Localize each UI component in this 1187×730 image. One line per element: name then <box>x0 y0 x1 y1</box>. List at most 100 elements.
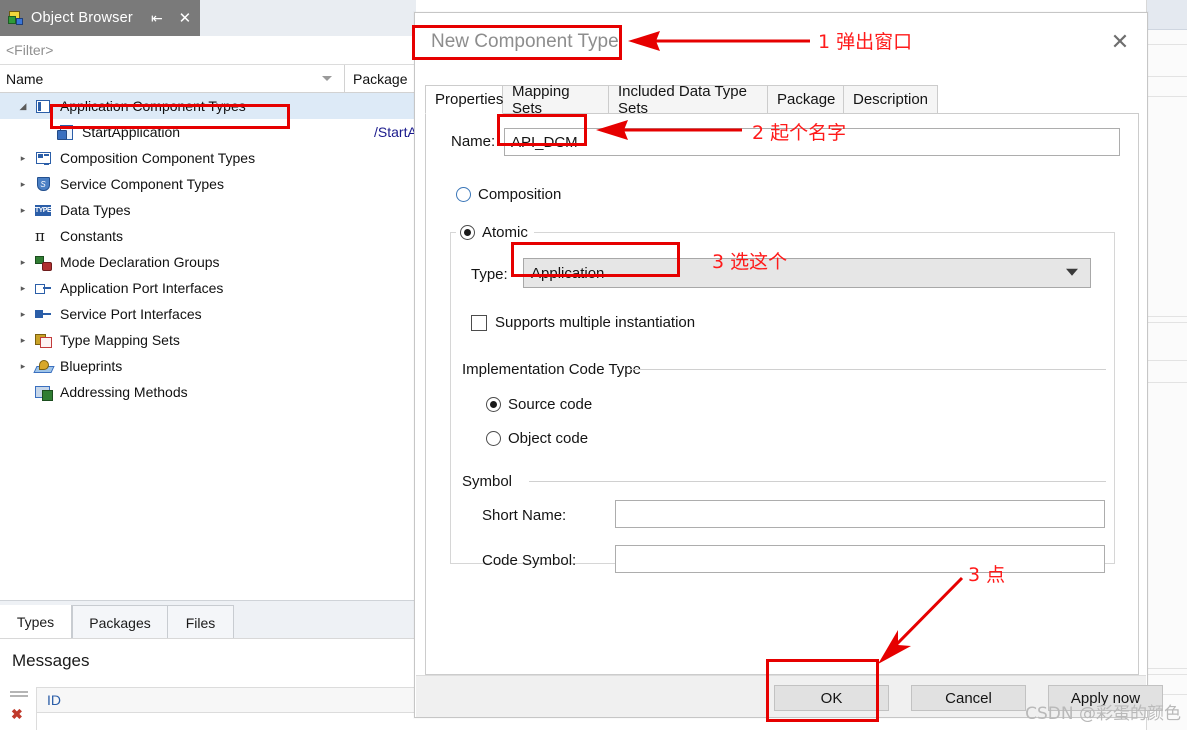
tree-item-icon-holder: S <box>32 177 54 191</box>
symbol-group-divider <box>529 481 1106 482</box>
column-header-package[interactable]: Package <box>345 71 407 87</box>
tree-item[interactable]: Addressing Methods <box>0 379 416 405</box>
tree-item-label: Constants <box>60 228 124 244</box>
tree-item-label: Application Port Interfaces <box>60 280 224 296</box>
composition-radio[interactable] <box>456 187 471 202</box>
twisty-closed-icon[interactable]: ▸ <box>14 309 32 320</box>
object-browser-title: Object Browser <box>31 10 133 26</box>
composition-label: Composition <box>478 186 562 203</box>
dialog-tab-mapping-sets[interactable]: Mapping Sets <box>502 83 609 117</box>
short-name-input[interactable] <box>615 500 1105 528</box>
tree-item[interactable]: ▸ Mode Declaration Groups <box>0 249 416 275</box>
tree-item-label: Service Component Types <box>60 176 224 192</box>
tree-item[interactable]: ▸ Blueprints <box>0 353 416 379</box>
application-component-type-icon <box>36 99 50 113</box>
dialog-tab-properties[interactable]: Properties <box>425 85 503 114</box>
annotation-step-2: 2 起个名字 <box>752 122 847 144</box>
object-browser-tabbar: Object Browser ⇥ ✕ <box>0 0 416 36</box>
tree-column-headers: Name Package <box>0 65 416 93</box>
composition-radio-row[interactable]: Composition <box>456 186 561 203</box>
source-code-radio-row[interactable]: Source code <box>486 396 592 413</box>
dialog-tab-description[interactable]: Description <box>843 85 938 114</box>
atomic-radio[interactable] <box>460 225 475 240</box>
tree-item-icon-holder <box>32 309 54 319</box>
messages-pane: Messages ✖ ID <box>0 638 416 730</box>
tab-object-browser[interactable]: Object Browser ⇥ ✕ <box>0 0 200 36</box>
tree-item-icon-holder <box>32 99 54 113</box>
close-icon[interactable]: ✕ <box>179 11 192 26</box>
source-code-radio[interactable] <box>486 397 501 412</box>
tree-item-icon-holder <box>32 152 54 165</box>
object-tree[interactable]: ◢ Application Component Types StartApplica… <box>0 93 416 600</box>
tree-item[interactable]: StartApplication/StartAp <box>0 119 416 145</box>
constant-pi-icon: π <box>35 227 45 245</box>
tree-item-label: Mode Declaration Groups <box>60 254 220 270</box>
column-header-name[interactable]: Name <box>0 65 344 92</box>
tree-item-label: Composition Component Types <box>60 150 256 166</box>
composition-component-type-icon <box>35 152 51 165</box>
type-combobox[interactable]: Application <box>523 258 1091 288</box>
dialog-title: New Component Type <box>431 31 619 52</box>
dialog-tab-package[interactable]: Package <box>767 85 844 114</box>
dialog-tab-included-data-type-sets[interactable]: Included Data Type Sets <box>608 83 768 117</box>
messages-column-id[interactable]: ID <box>36 687 416 713</box>
tree-item[interactable]: ▸ Composition Component Types <box>0 145 416 171</box>
tree-item[interactable]: ◢ Application Component Types <box>0 93 416 119</box>
twisty-closed-icon[interactable]: ▸ <box>14 283 32 294</box>
pin-icon[interactable]: ⇥ <box>151 10 163 26</box>
code-symbol-input[interactable] <box>615 545 1105 573</box>
browser-tab-types[interactable]: Types <box>0 605 72 639</box>
tree-item[interactable]: ▸ Service Port Interfaces <box>0 301 416 327</box>
tree-item-icon-holder <box>54 125 76 140</box>
column-header-name-label: Name <box>6 70 44 87</box>
tree-item[interactable]: ▸ Application Port Interfaces <box>0 275 416 301</box>
mode-declaration-group-icon <box>35 255 52 271</box>
object-code-radio-row[interactable]: Object code <box>486 430 588 447</box>
twisty-closed-icon[interactable]: ▸ <box>14 205 32 216</box>
application-browser-icon <box>8 10 25 26</box>
tree-item-icon-holder <box>32 283 54 294</box>
name-label: Name: <box>451 133 496 150</box>
data-type-icon: TYPE <box>34 204 52 216</box>
tree-item-label: Blueprints <box>60 358 123 374</box>
tree-item-icon-holder <box>32 359 54 373</box>
tree-item[interactable]: ▸ S Service Component Types <box>0 171 416 197</box>
short-name-label: Short Name: <box>482 507 567 524</box>
start-application-icon <box>57 125 73 140</box>
ok-button[interactable]: OK <box>774 685 889 711</box>
filter-lines-icon[interactable] <box>10 691 28 697</box>
browser-tab-packages[interactable]: Packages <box>72 605 168 639</box>
tree-item-label: Application Component Types <box>60 98 246 114</box>
error-x-icon[interactable]: ✖ <box>11 707 23 721</box>
symbol-group-label: Symbol <box>462 473 519 490</box>
service-component-type-icon: S <box>36 177 50 191</box>
tree-item-icon-holder <box>32 333 54 348</box>
type-label: Type: <box>471 266 508 283</box>
cancel-button[interactable]: Cancel <box>911 685 1026 711</box>
supports-multiple-instantiation-row[interactable]: Supports multiple instantiation <box>471 314 695 331</box>
supports-multiple-instantiation-checkbox[interactable] <box>471 314 487 331</box>
twisty-closed-icon[interactable]: ▸ <box>14 361 32 372</box>
object-code-label: Object code <box>508 430 589 447</box>
dialog-close-icon[interactable]: ✕ <box>1107 29 1133 55</box>
tree-item[interactable]: ▸ TYPE Data Types <box>0 197 416 223</box>
tree-item-label: StartApplication <box>82 124 181 140</box>
twisty-closed-icon[interactable]: ▸ <box>14 153 32 164</box>
annotation-step-3: 3 选这个 <box>712 251 788 273</box>
object-browser-panel: Object Browser ⇥ ✕ <Filter> Name Package… <box>0 0 416 639</box>
filter-input[interactable]: <Filter> <box>0 36 416 65</box>
tree-item-label: Addressing Methods <box>60 384 188 400</box>
twisty-closed-icon[interactable]: ▸ <box>14 179 32 190</box>
application-port-interface-icon <box>35 283 51 294</box>
browser-tab-files[interactable]: Files <box>168 605 234 639</box>
tree-item[interactable]: π Constants <box>0 223 416 249</box>
tree-item[interactable]: ▸ Type Mapping Sets <box>0 327 416 353</box>
object-code-radio[interactable] <box>486 431 501 446</box>
twisty-closed-icon[interactable]: ▸ <box>14 257 32 268</box>
atomic-radio-row[interactable]: Atomic <box>456 224 532 241</box>
supports-multiple-instantiation-label: Supports multiple instantiation <box>495 314 696 331</box>
messages-list <box>36 713 416 730</box>
twisty-open-icon[interactable]: ◢ <box>14 101 32 112</box>
twisty-closed-icon[interactable]: ▸ <box>14 335 32 346</box>
code-symbol-label: Code Symbol: <box>482 552 577 569</box>
